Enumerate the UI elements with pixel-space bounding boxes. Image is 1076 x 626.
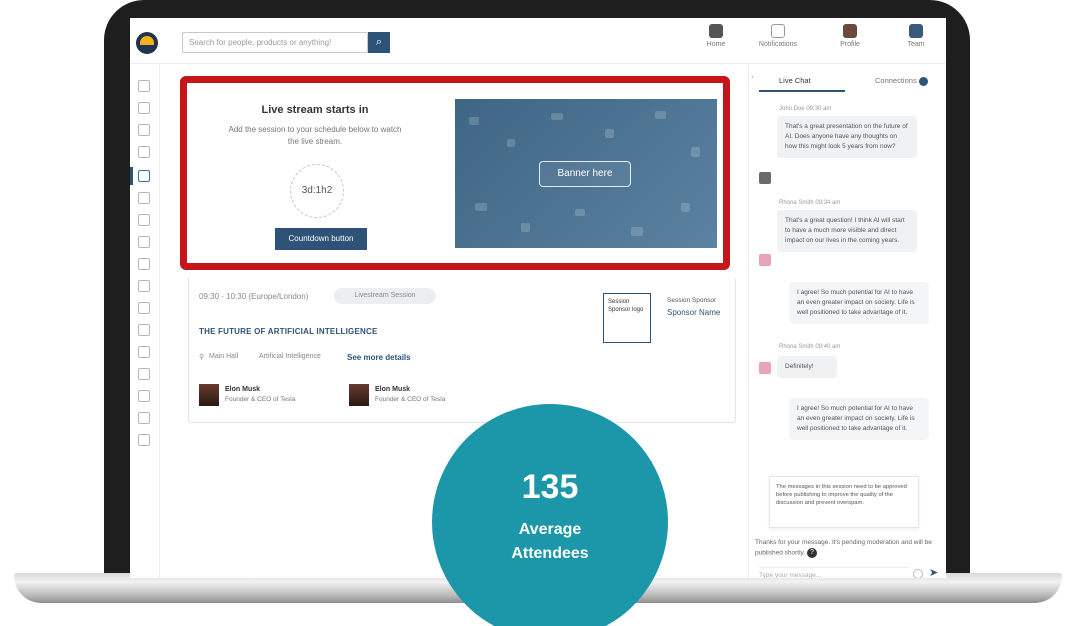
home-icon bbox=[709, 24, 723, 38]
speaker-avatar bbox=[349, 384, 369, 406]
speaker-role: Founder & CEO of Tesla bbox=[225, 396, 296, 403]
sponsor-logo: Session Sponsor logo bbox=[603, 293, 651, 343]
laptop-mockup: Search for people, products or anything!… bbox=[0, 0, 1076, 626]
app-logo[interactable] bbox=[136, 32, 158, 54]
top-bar: Search for people, products or anything!… bbox=[130, 18, 946, 64]
chat-message-own: I agree! So much potential for AI to hav… bbox=[789, 282, 929, 324]
nav-notifications-label: Notifications bbox=[758, 41, 798, 48]
chat-sender: Rhona Smith 09:40 am bbox=[779, 344, 841, 350]
chat-sender: Rhona Smith 09:34 am bbox=[779, 200, 841, 206]
chat-message: Definitely! bbox=[777, 356, 837, 378]
sidebar-calendar-icon[interactable] bbox=[138, 124, 150, 136]
nav-home-label: Home bbox=[706, 41, 726, 48]
location-pin-icon: ⚲ bbox=[199, 354, 205, 361]
sidebar-chat-icon[interactable] bbox=[138, 236, 150, 248]
sidebar-thumbs-up-icon[interactable] bbox=[138, 214, 150, 226]
left-sidebar bbox=[130, 64, 160, 578]
nav-home[interactable]: Home bbox=[690, 24, 742, 48]
nav-profile-label: Profile bbox=[840, 41, 860, 48]
session-location: Main Hall bbox=[209, 353, 239, 360]
tab-connections[interactable]: Connections bbox=[875, 76, 928, 86]
profile-avatar bbox=[843, 24, 857, 38]
sidebar-globe-icon[interactable] bbox=[138, 192, 150, 204]
chat-message: That's a great question! I think AI will… bbox=[777, 210, 917, 252]
sidebar-poll-icon[interactable] bbox=[138, 302, 150, 314]
team-icon bbox=[909, 24, 923, 38]
average-attendees-badge: 135 Average Attendees bbox=[432, 404, 668, 626]
speaker-name: Elon Musk bbox=[375, 386, 411, 393]
approval-text: Thanks for your message. It's pending mo… bbox=[755, 539, 932, 557]
connections-badge bbox=[918, 76, 928, 86]
tab-live-chat[interactable]: Live Chat bbox=[779, 76, 811, 85]
session-title: THE FUTURE OF ARTIFICIAL INTELLIGENCE bbox=[199, 327, 378, 336]
chat-message-own: I agree! So much potential for AI to hav… bbox=[789, 398, 929, 440]
active-indicator bbox=[130, 167, 133, 185]
nav-profile[interactable]: Profile bbox=[824, 24, 876, 48]
sidebar-document-icon[interactable] bbox=[138, 368, 150, 380]
session-type-pill: Livestream Session bbox=[334, 288, 436, 304]
sidebar-star-icon[interactable] bbox=[138, 258, 150, 270]
search-input[interactable]: Search for people, products or anything! bbox=[182, 32, 368, 53]
sponsor-label: Session Sponsor bbox=[667, 297, 717, 304]
moderation-note: The messages in this session need to be … bbox=[769, 476, 919, 528]
nav-notifications[interactable]: Notifications bbox=[752, 24, 804, 48]
session-card: 09:30 - 10:30 (Europe/London) Livestream… bbox=[188, 278, 736, 423]
stat-number: 135 bbox=[521, 468, 579, 506]
sidebar-trophy-icon[interactable] bbox=[138, 412, 150, 424]
help-icon[interactable]: ? bbox=[806, 548, 817, 558]
sidebar-map-icon[interactable] bbox=[138, 280, 150, 292]
nav-team[interactable]: Team bbox=[890, 24, 942, 48]
nav-team-label: Team bbox=[907, 41, 925, 48]
chat-sender: John Doe 09:30 am bbox=[779, 106, 832, 112]
send-icon[interactable]: ➤ bbox=[929, 566, 938, 578]
sidebar-agenda-icon[interactable] bbox=[138, 102, 150, 114]
sponsor-name-link[interactable]: Sponsor Name bbox=[667, 308, 720, 317]
sidebar-photo-icon[interactable] bbox=[138, 434, 150, 446]
chat-panel: › Live Chat Connections John Doe 09:30 a… bbox=[748, 64, 946, 578]
speaker-role: Founder & CEO of Tesla bbox=[375, 396, 446, 403]
sidebar-dashboard-icon[interactable] bbox=[138, 80, 150, 92]
see-more-link[interactable]: See more details bbox=[347, 353, 411, 362]
approval-message: Thanks for your message. It's pending mo… bbox=[755, 538, 935, 559]
sidebar-megaphone-icon[interactable] bbox=[138, 346, 150, 358]
speaker-name: Elon Musk bbox=[225, 386, 261, 393]
bell-icon bbox=[771, 24, 785, 38]
sidebar-briefcase-icon[interactable] bbox=[138, 390, 150, 402]
search-icon: ⌕ bbox=[375, 36, 383, 48]
tab-connections-label: Connections bbox=[875, 76, 917, 85]
search-button[interactable]: ⌕ bbox=[368, 32, 390, 53]
active-tab-underline bbox=[759, 90, 845, 92]
emoji-icon[interactable] bbox=[913, 569, 923, 578]
session-tag: Artificial Intelligence bbox=[259, 353, 321, 360]
speaker-avatar bbox=[199, 384, 219, 406]
session-time: 09:30 - 10:30 (Europe/London) bbox=[199, 292, 309, 301]
sidebar-settings-icon[interactable] bbox=[138, 324, 150, 336]
chat-message-input[interactable]: Type your message... bbox=[759, 567, 909, 578]
sidebar-livestream-icon[interactable] bbox=[138, 170, 150, 182]
chat-avatar bbox=[759, 362, 771, 374]
stat-label: Average Attendees bbox=[511, 521, 589, 562]
chat-message: That's a great presentation on the futur… bbox=[777, 116, 917, 158]
chat-avatar bbox=[759, 254, 771, 266]
sidebar-clock-icon[interactable] bbox=[138, 146, 150, 158]
livestream-highlight-frame bbox=[180, 76, 730, 270]
chat-avatar bbox=[759, 172, 771, 184]
collapse-chevron-icon[interactable]: › bbox=[751, 72, 761, 82]
